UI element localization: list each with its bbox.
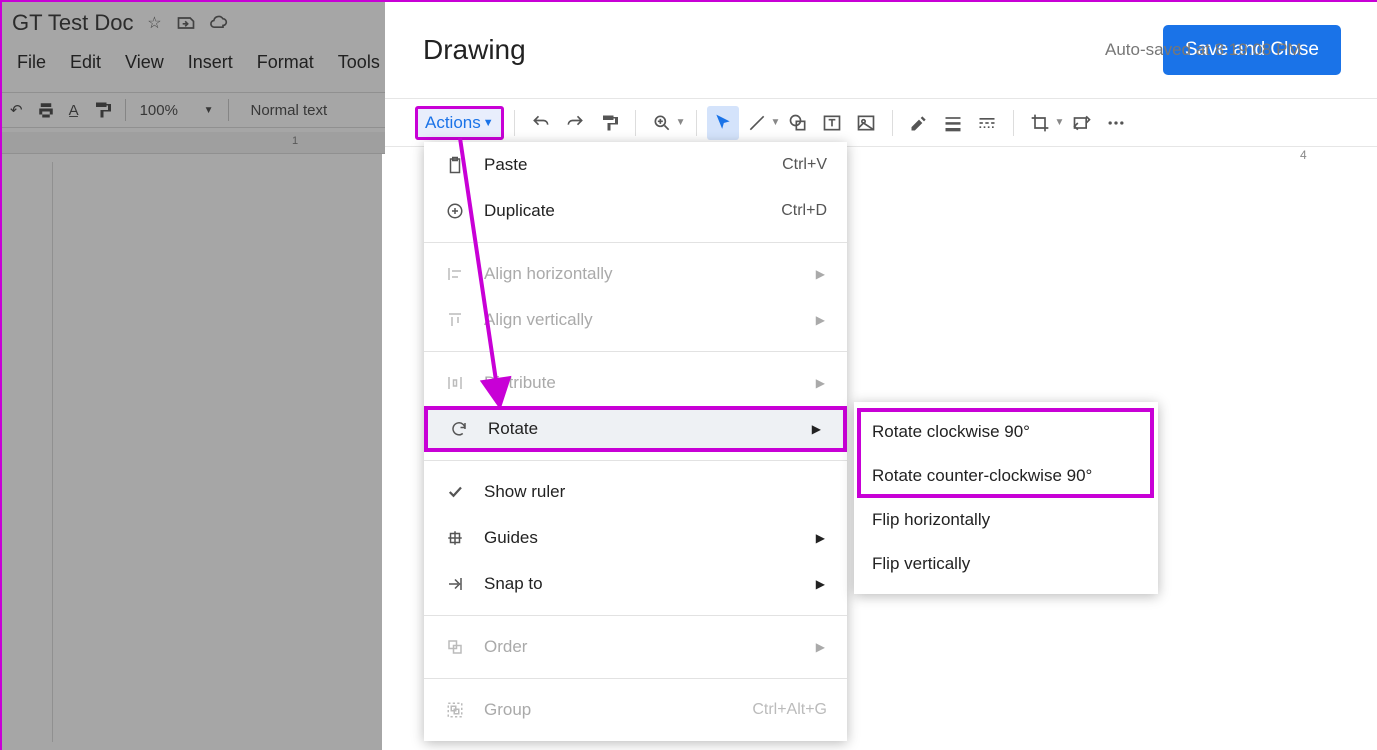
menu-item-snap-to[interactable]: Snap to ▶: [424, 561, 847, 607]
paint-format-button[interactable]: [593, 106, 625, 140]
submenu-item-flip-vertical[interactable]: Flip vertically: [854, 542, 1158, 586]
line-color-button[interactable]: [903, 106, 935, 140]
menu-item-label: Align horizontally: [484, 264, 613, 284]
autosave-status: Auto-saved at 8:19:08 PM: [1105, 40, 1302, 60]
menu-item-label: Distribute: [484, 373, 556, 393]
group-icon: [444, 699, 466, 721]
submenu-item-flip-horizontal[interactable]: Flip horizontally: [854, 498, 1158, 542]
menu-item-duplicate[interactable]: Duplicate Ctrl+D: [424, 188, 847, 234]
snap-icon: [444, 573, 466, 595]
submenu-arrow-icon: ▶: [816, 313, 825, 327]
actions-dropdown-button[interactable]: Actions▼: [415, 106, 504, 140]
hruler-mark: 4: [1300, 148, 1307, 162]
menu-item-show-ruler[interactable]: Show ruler: [424, 469, 847, 515]
zoom-button[interactable]: [646, 106, 678, 140]
shortcut-text: Ctrl+V: [782, 156, 827, 174]
submenu-label: Rotate counter-clockwise 90°: [872, 466, 1092, 486]
caret-down-icon: ▼: [771, 117, 781, 128]
caret-down-icon: ▼: [1054, 117, 1064, 128]
menu-item-group: Group Ctrl+Alt+G: [424, 687, 847, 733]
submenu-label: Rotate clockwise 90°: [872, 422, 1030, 442]
submenu-arrow-icon: ▶: [816, 267, 825, 281]
undo-button[interactable]: [525, 106, 557, 140]
align-vertical-icon: [444, 309, 466, 331]
actions-label: Actions: [425, 113, 481, 133]
checkmark-icon: [444, 481, 466, 503]
paste-icon: [444, 154, 466, 176]
actions-dropdown-menu: Paste Ctrl+V Duplicate Ctrl+D Align hori…: [424, 142, 847, 741]
select-tool-button[interactable]: [707, 106, 739, 140]
submenu-label: Flip horizontally: [872, 510, 990, 530]
duplicate-icon: [444, 200, 466, 222]
rotate-submenu: Rotate clockwise 90° Rotate counter-cloc…: [854, 402, 1158, 594]
menu-item-label: Guides: [484, 528, 538, 548]
rotate-icon: [448, 418, 470, 440]
submenu-arrow-icon: ▶: [812, 422, 821, 436]
menu-item-label: Rotate: [488, 419, 538, 439]
order-icon: [444, 636, 466, 658]
shortcut-text: Ctrl+Alt+G: [752, 701, 827, 719]
menu-item-label: Show ruler: [484, 482, 565, 502]
modal-backdrop: [2, 2, 385, 750]
align-horizontal-icon: [444, 263, 466, 285]
shortcut-text: Ctrl+D: [781, 202, 827, 220]
menu-item-order: Order ▶: [424, 624, 847, 670]
submenu-arrow-icon: ▶: [816, 640, 825, 654]
submenu-item-rotate-cw[interactable]: Rotate clockwise 90°: [854, 410, 1158, 454]
line-weight-button[interactable]: [937, 106, 969, 140]
modal-title: Drawing: [423, 34, 526, 66]
menu-item-label: Align vertically: [484, 310, 593, 330]
menu-item-align-vertical: Align vertically ▶: [424, 297, 847, 343]
menu-item-label: Paste: [484, 155, 527, 175]
submenu-arrow-icon: ▶: [816, 376, 825, 390]
submenu-arrow-icon: ▶: [816, 577, 825, 591]
menu-item-label: Order: [484, 637, 527, 657]
caret-down-icon: ▼: [676, 117, 686, 128]
crop-button[interactable]: [1024, 106, 1056, 140]
menu-item-label: Snap to: [484, 574, 543, 594]
textbox-tool-button[interactable]: [816, 106, 848, 140]
menu-item-distribute: Distribute ▶: [424, 360, 847, 406]
line-dash-button[interactable]: [971, 106, 1003, 140]
line-tool-button[interactable]: [741, 106, 773, 140]
menu-item-align-horizontal: Align horizontally ▶: [424, 251, 847, 297]
replace-image-button[interactable]: [1066, 106, 1098, 140]
submenu-arrow-icon: ▶: [816, 531, 825, 545]
drawing-toolbar: Actions▼ ▼ ▼ ▼: [385, 99, 1377, 147]
redo-button[interactable]: [559, 106, 591, 140]
menu-item-guides[interactable]: Guides ▶: [424, 515, 847, 561]
menu-item-rotate[interactable]: Rotate ▶: [424, 406, 847, 452]
menu-item-paste[interactable]: Paste Ctrl+V: [424, 142, 847, 188]
drawing-horizontal-ruler: 4 5 6 7: [1205, 148, 1377, 166]
submenu-label: Flip vertically: [872, 554, 970, 574]
shape-tool-button[interactable]: [782, 106, 814, 140]
more-button[interactable]: [1100, 106, 1132, 140]
menu-item-label: Duplicate: [484, 201, 555, 221]
image-tool-button[interactable]: [850, 106, 882, 140]
distribute-icon: [444, 372, 466, 394]
menu-item-label: Group: [484, 700, 531, 720]
submenu-item-rotate-ccw[interactable]: Rotate counter-clockwise 90°: [854, 454, 1158, 498]
guides-icon: [444, 527, 466, 549]
